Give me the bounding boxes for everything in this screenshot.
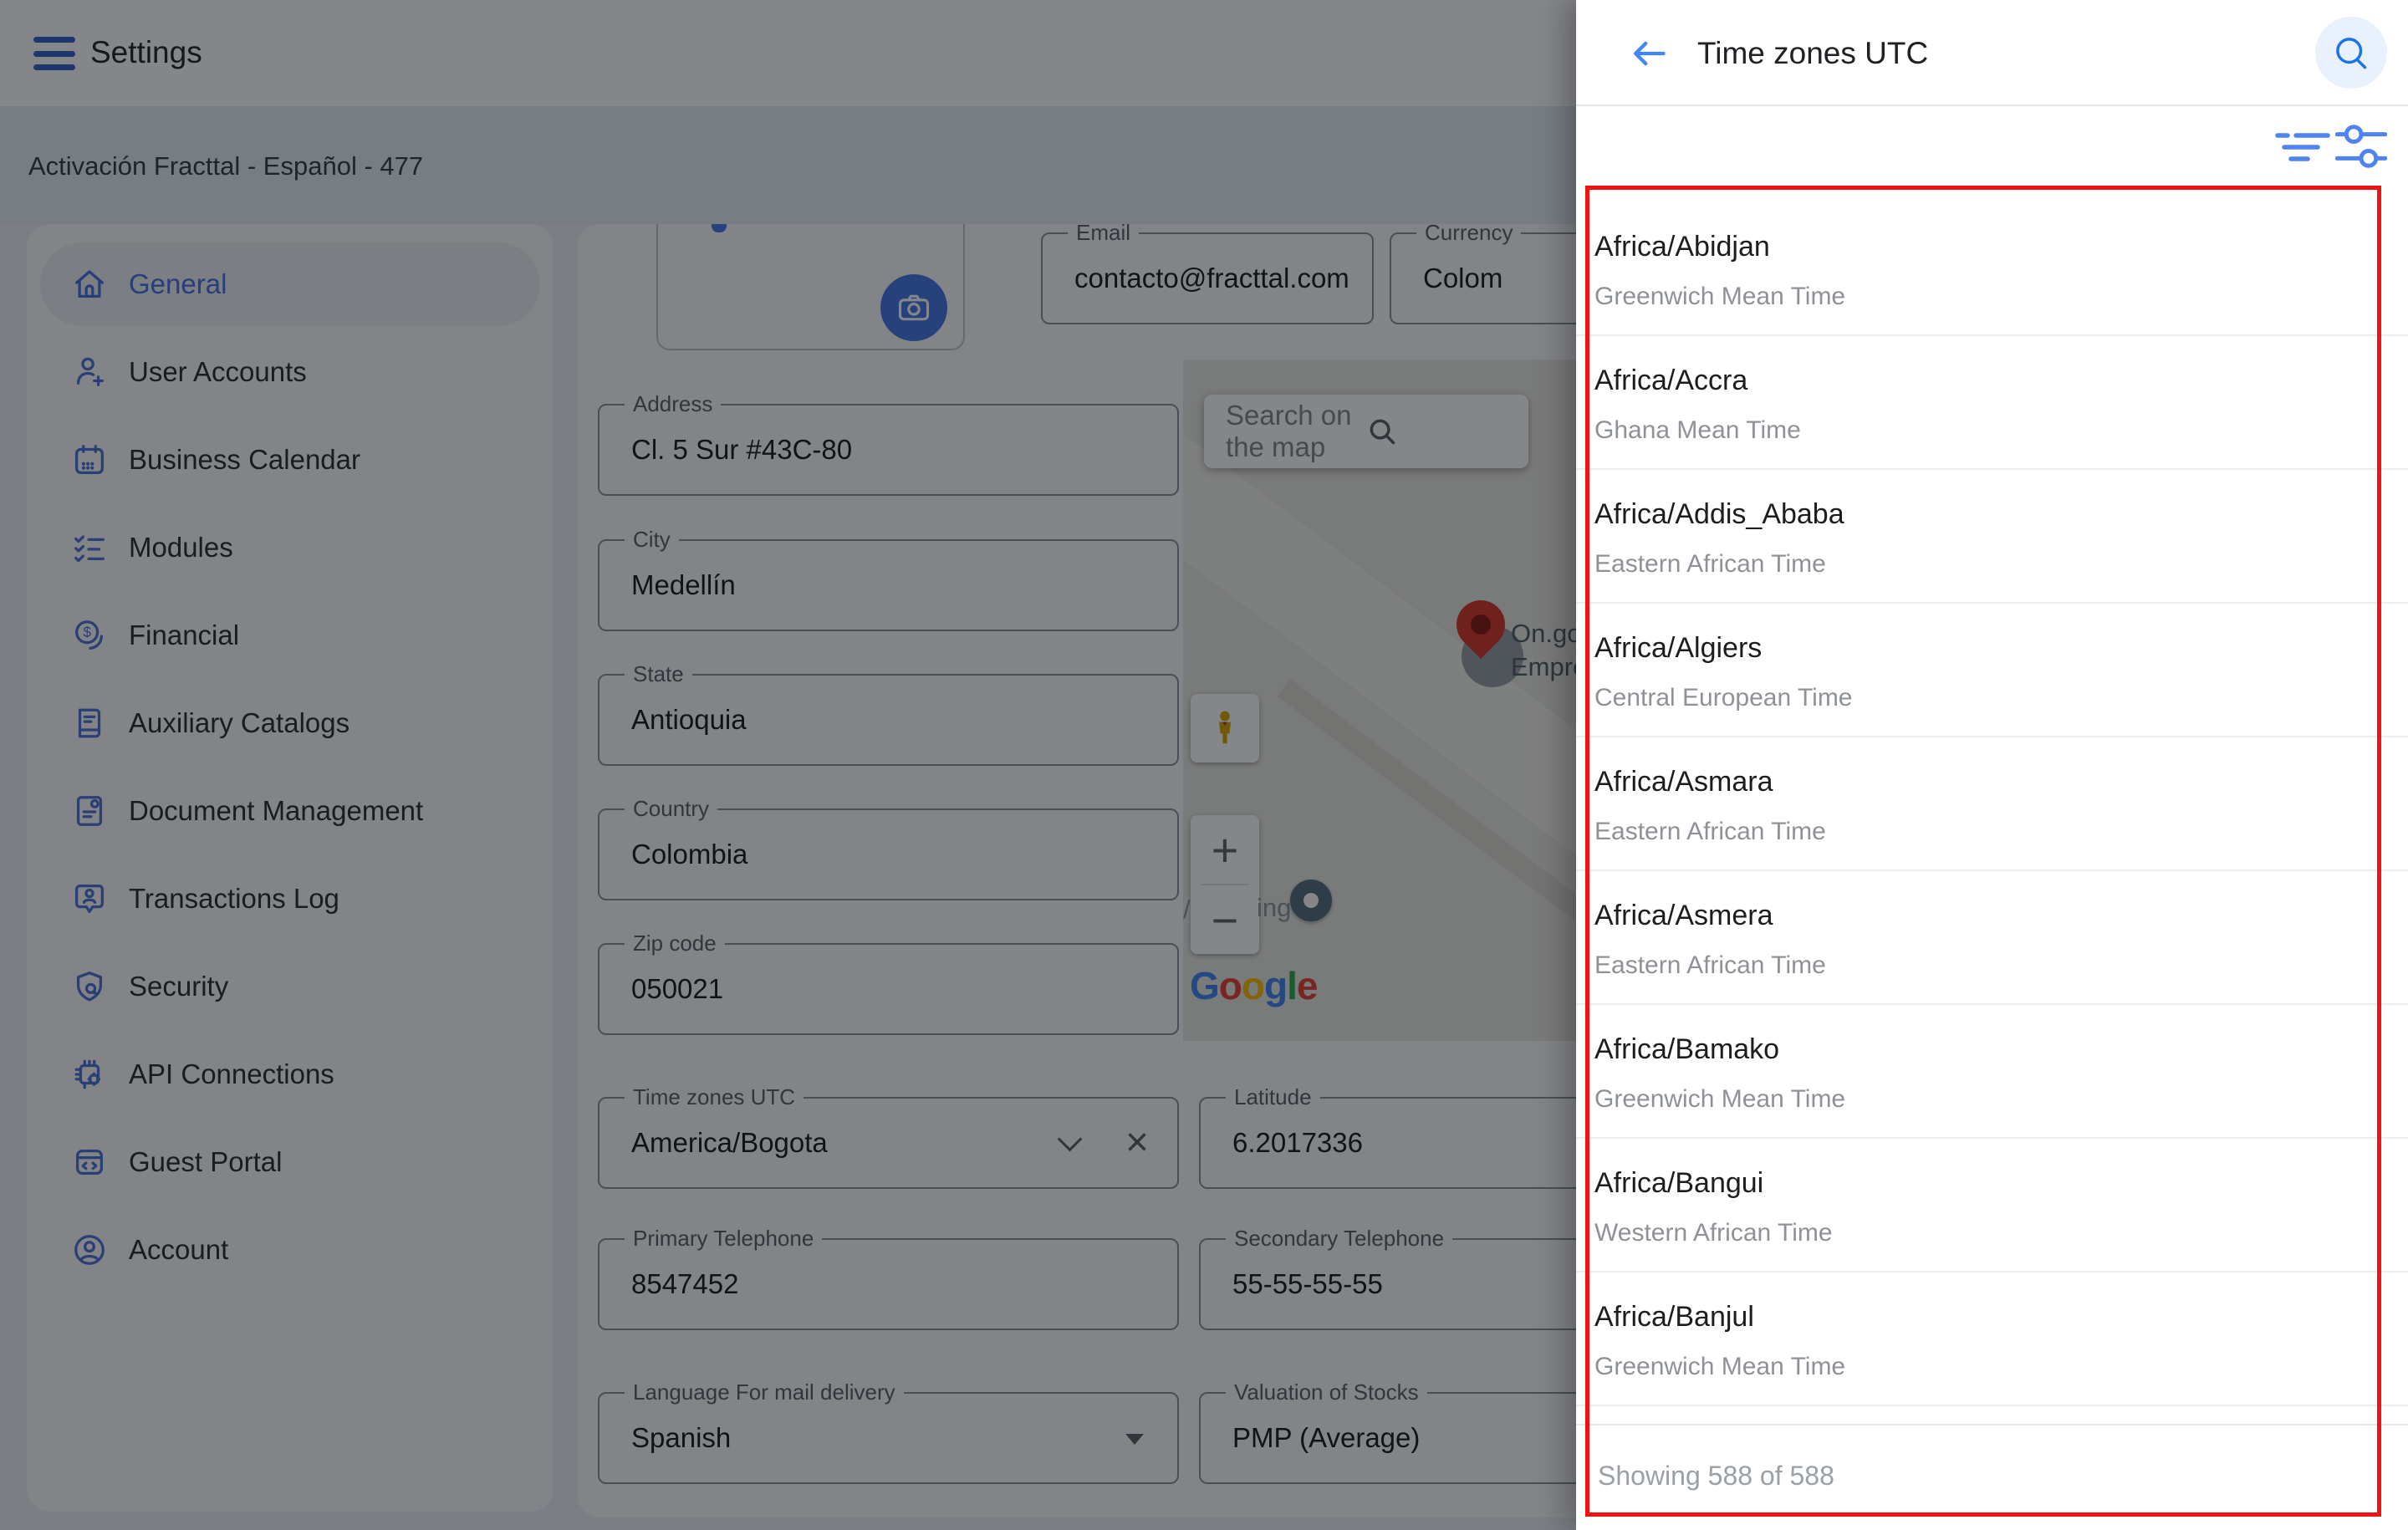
timezone-list: Africa/Abidjan Greenwich Mean Time Afric… — [1576, 202, 2408, 1421]
sort-icon[interactable] — [2275, 125, 2332, 169]
timezone-name: Africa/Bangui — [1594, 1167, 1763, 1200]
timezone-name: Africa/Abidjan — [1594, 231, 1770, 263]
back-arrow-icon[interactable] — [1626, 32, 1670, 75]
settings-page: Settings Email contacto@fracttal.com Cur… — [0, 0, 1576, 1530]
timezone-list-item[interactable]: Africa/Asmara Eastern African Time — [1576, 737, 2408, 871]
timezone-list-item[interactable]: Africa/Algiers Central European Time — [1576, 604, 2408, 737]
timezone-panel-header: Time zones UTC — [1576, 0, 2408, 106]
timezone-name: Africa/Asmera — [1594, 900, 1773, 932]
timezone-list-item[interactable]: Africa/Asmera Eastern African Time — [1576, 871, 2408, 1005]
timezone-list-item[interactable]: Africa/Addis_Ababa Eastern African Time — [1576, 470, 2408, 604]
timezone-name: Africa/Addis_Ababa — [1594, 498, 1844, 531]
timezone-offset: Greenwich Mean Time — [1594, 1353, 1845, 1381]
list-count-footer: Showing 588 of 588 — [1576, 1424, 2408, 1517]
showing-count: Showing 588 of 588 — [1598, 1461, 1834, 1492]
timezone-offset: Eastern African Time — [1594, 550, 1826, 579]
timezone-name: Africa/Algiers — [1594, 632, 1762, 665]
timezone-list-item[interactable]: Africa/Bangui Western African Time — [1576, 1139, 2408, 1272]
timezone-list-item[interactable]: Africa/Abidjan Greenwich Mean Time — [1576, 202, 2408, 336]
timezone-list-item[interactable]: Africa/Accra Ghana Mean Time — [1576, 336, 2408, 470]
timezone-offset: Western African Time — [1594, 1219, 1833, 1247]
timezone-list-item[interactable]: Africa/Bamako Greenwich Mean Time — [1576, 1005, 2408, 1139]
timezone-list-item-partial — [1576, 1406, 2408, 1421]
timezone-name: Africa/Asmara — [1594, 766, 1773, 798]
panel-title: Time zones UTC — [1697, 36, 1928, 71]
timezone-name: Africa/Bamako — [1594, 1033, 1779, 1066]
timezone-panel: Time zones UTC Africa/Abidjan Greenwich … — [1576, 0, 2408, 1530]
timezone-offset: Eastern African Time — [1594, 951, 1826, 980]
timezone-offset: Ghana Mean Time — [1594, 416, 1801, 445]
timezone-offset: Central European Time — [1594, 684, 1853, 712]
timezone-list-item[interactable]: Africa/Banjul Greenwich Mean Time — [1576, 1272, 2408, 1406]
timezone-offset: Eastern African Time — [1594, 818, 1826, 846]
timezone-offset: Greenwich Mean Time — [1594, 283, 1845, 311]
timezone-name: Africa/Banjul — [1594, 1301, 1754, 1334]
search-button[interactable] — [2315, 17, 2387, 89]
timezone-name: Africa/Accra — [1594, 365, 1747, 397]
timezone-offset: Greenwich Mean Time — [1594, 1085, 1845, 1114]
search-icon — [2332, 33, 2370, 72]
filter-sliders-icon[interactable] — [2335, 122, 2387, 171]
modal-scrim[interactable] — [0, 0, 1576, 1530]
